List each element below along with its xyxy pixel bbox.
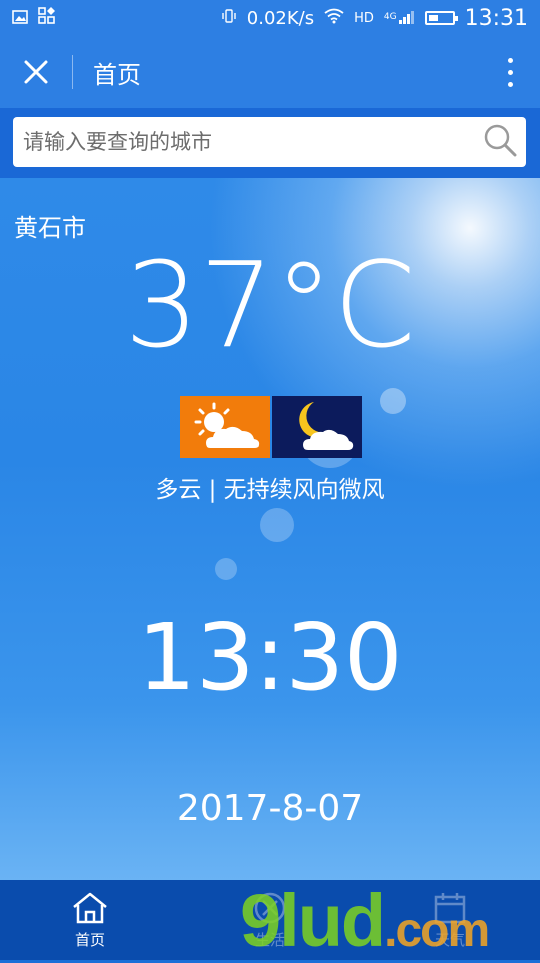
more-menu-button[interactable] <box>480 36 540 108</box>
search-icon[interactable] <box>482 122 518 162</box>
partly-cloudy-night-icon <box>272 396 362 458</box>
lens-flare <box>260 508 294 542</box>
partly-cloudy-day-icon <box>180 396 270 458</box>
app-bar: 首页 <box>0 36 540 108</box>
current-time: 13:30 <box>137 604 403 711</box>
nav-label-home: 首页 <box>74 930 105 949</box>
page-title: 首页 <box>93 60 141 89</box>
vibrate-icon <box>221 8 237 29</box>
city-name: 黄石市 <box>14 214 86 242</box>
life-icon <box>254 892 286 923</box>
nav-item-life[interactable]: 生活 <box>180 880 360 960</box>
nav-item-home[interactable]: 首页 <box>0 880 180 960</box>
home-icon <box>73 892 107 923</box>
nav-label-life: 生活 <box>254 930 285 949</box>
network-speed: 0.02K/s <box>246 7 315 29</box>
battery-icon <box>424 11 458 25</box>
temperature: 37°C <box>124 236 416 374</box>
lens-flare <box>380 388 406 414</box>
weather-panel: 黄石市 37°C 多云 | 无持续风向微风 13:30 2017-8-07 <box>0 178 540 880</box>
app-bar-divider <box>72 55 73 89</box>
city-search-input[interactable] <box>21 129 482 155</box>
search-bar <box>0 108 540 178</box>
network-generation: 4G <box>383 11 397 22</box>
close-icon <box>24 60 48 84</box>
image-notification-icon <box>12 8 28 29</box>
signal-icon <box>398 8 415 29</box>
weather-description: 多云 | 无持续风向微风 <box>155 477 385 503</box>
current-date: 2017-8-07 <box>176 788 364 829</box>
hd-indicator: HD <box>354 10 374 26</box>
calendar-icon <box>434 892 466 923</box>
close-button[interactable] <box>0 36 72 108</box>
more-dot <box>507 81 513 87</box>
bottom-nav: 首页 生活 天气 <box>0 880 540 960</box>
more-dot <box>507 57 513 63</box>
status-time: 13:31 <box>464 5 528 31</box>
nav-label-weather: 天气 <box>434 930 465 949</box>
status-bar: 0.02K/s HD 4G 13:31 <box>0 0 540 36</box>
search-box <box>13 117 526 167</box>
wifi-icon <box>324 8 344 29</box>
nav-item-weather[interactable]: 天气 <box>360 880 540 960</box>
weather-icons <box>180 396 362 458</box>
lens-flare <box>215 558 237 580</box>
app-grid-icon <box>38 6 56 30</box>
more-dot <box>507 69 513 75</box>
